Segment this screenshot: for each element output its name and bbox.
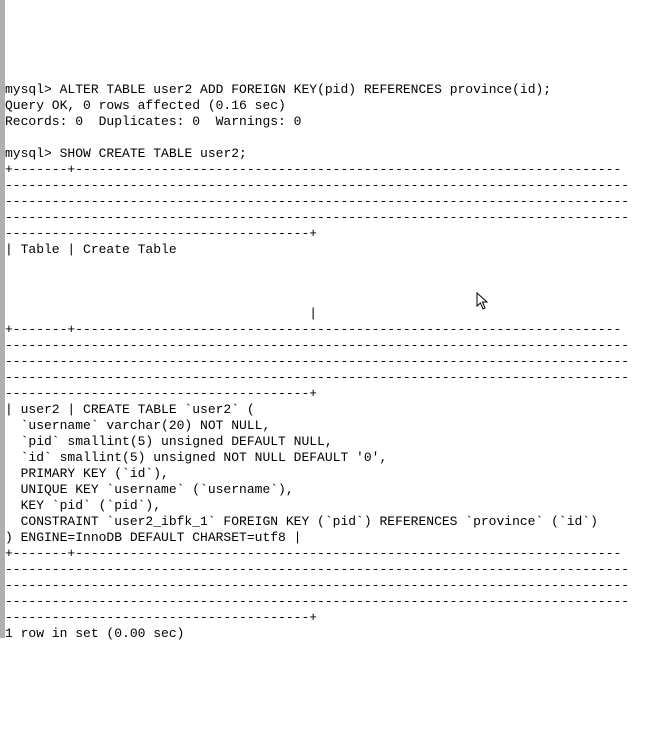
table-border: ----------------------------------------… bbox=[5, 178, 629, 193]
table-border: ---------------------------------------+ bbox=[5, 226, 317, 241]
create-table-line: CONSTRAINT `user2_ibfk_1` FOREIGN KEY (`… bbox=[5, 514, 598, 529]
table-border: ----------------------------------------… bbox=[5, 594, 629, 609]
table-border: ---------------------------------------+ bbox=[5, 610, 317, 625]
create-table-line: `pid` smallint(5) unsigned DEFAULT NULL, bbox=[5, 434, 333, 449]
table-border: ----------------------------------------… bbox=[5, 338, 629, 353]
table-border: +-------+-------------------------------… bbox=[5, 546, 621, 561]
table-border: ----------------------------------------… bbox=[5, 562, 629, 577]
table-border: +-------+-------------------------------… bbox=[5, 322, 621, 337]
create-table-line: | user2 | CREATE TABLE `user2` ( bbox=[5, 402, 255, 417]
mysql-terminal-output: mysql> ALTER TABLE user2 ADD FOREIGN KEY… bbox=[5, 64, 645, 642]
sql-command-alter: ALTER TABLE user2 ADD FOREIGN KEY(pid) R… bbox=[60, 82, 551, 97]
create-table-line: `id` smallint(5) unsigned NOT NULL DEFAU… bbox=[5, 450, 387, 465]
table-border: ----------------------------------------… bbox=[5, 210, 629, 225]
result-footer: 1 row in set (0.00 sec) bbox=[5, 626, 184, 641]
create-table-line: PRIMARY KEY (`id`), bbox=[5, 466, 169, 481]
prompt: mysql> bbox=[5, 146, 52, 161]
mouse-cursor-icon bbox=[476, 292, 492, 312]
sql-command-show: SHOW CREATE TABLE user2; bbox=[60, 146, 247, 161]
mouse-cursor-icon bbox=[629, 338, 645, 354]
table-border: ----------------------------------------… bbox=[5, 194, 629, 209]
table-border: ----------------------------------------… bbox=[5, 578, 629, 593]
table-header-row: | Table | Create Table bbox=[5, 242, 177, 257]
table-border: +-------+-------------------------------… bbox=[5, 162, 621, 177]
table-border: ---------------------------------------+ bbox=[5, 386, 317, 401]
create-table-line: KEY `pid` (`pid`), bbox=[5, 498, 161, 513]
create-table-line: UNIQUE KEY `username` (`username`), bbox=[5, 482, 294, 497]
create-table-line: `username` varchar(20) NOT NULL, bbox=[5, 418, 270, 433]
table-header-end: | bbox=[5, 306, 317, 321]
prompt: mysql> bbox=[5, 82, 52, 97]
query-result-line: Records: 0 Duplicates: 0 Warnings: 0 bbox=[5, 114, 301, 129]
create-table-line: ) ENGINE=InnoDB DEFAULT CHARSET=utf8 | bbox=[5, 530, 301, 545]
query-result-line: Query OK, 0 rows affected (0.16 sec) bbox=[5, 98, 286, 113]
table-border: ----------------------------------------… bbox=[5, 370, 629, 385]
table-border: ----------------------------------------… bbox=[5, 354, 629, 369]
